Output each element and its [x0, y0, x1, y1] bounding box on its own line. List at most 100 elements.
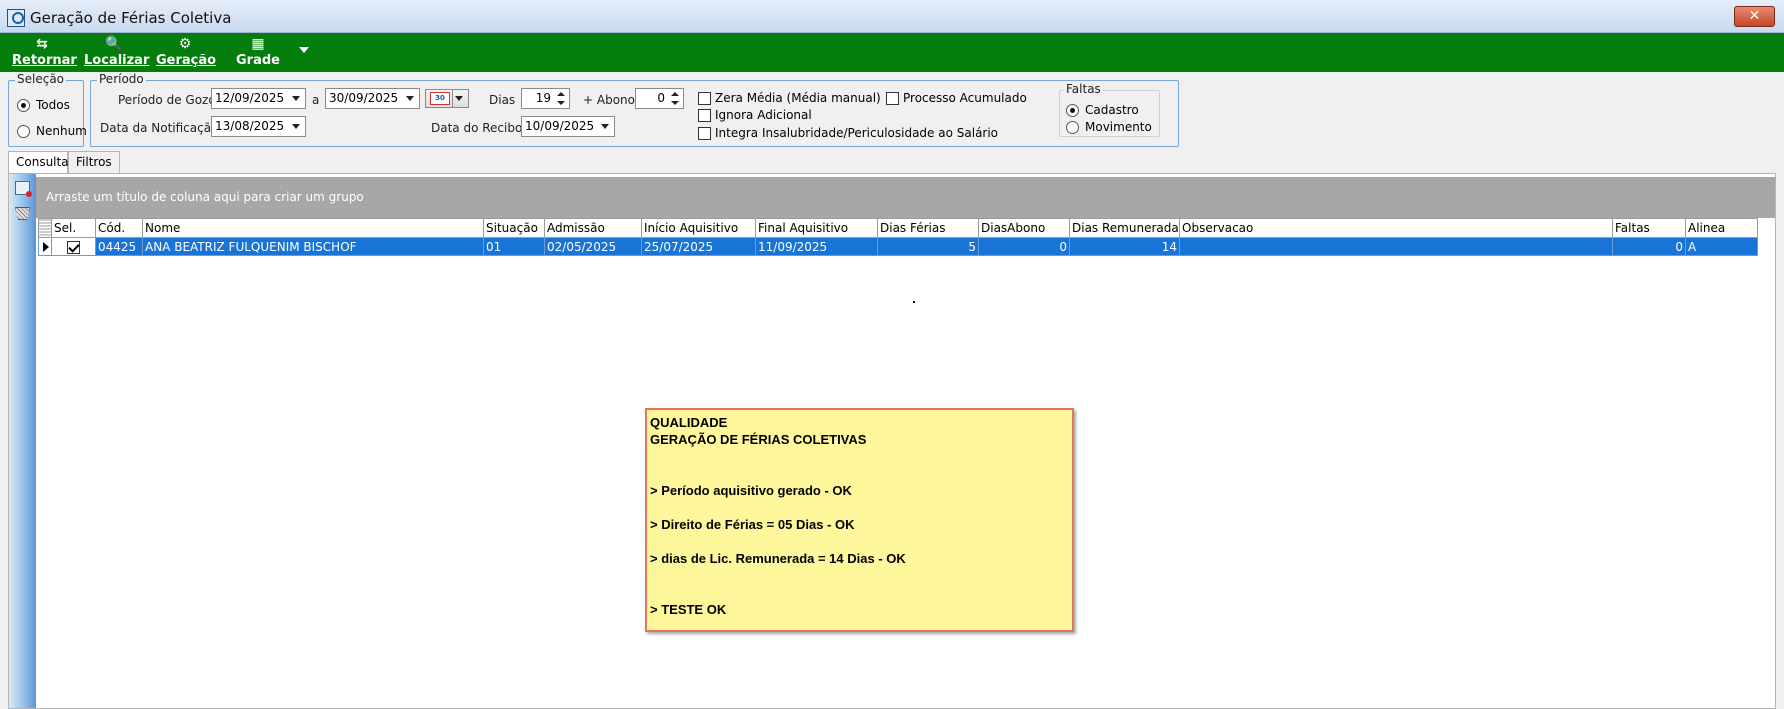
- return-button[interactable]: ⇆ Retornar: [12, 36, 77, 68]
- grid-button[interactable]: ▦ Grade: [236, 36, 280, 68]
- note-line: [650, 448, 1069, 465]
- employee-grid: Sel. Cód. Nome Situação Admissão Início …: [38, 218, 1758, 256]
- gozo-end-field[interactable]: 30/09/2025: [325, 88, 420, 109]
- return-icon: ⇆: [36, 36, 48, 52]
- row-select-checkbox[interactable]: [51, 237, 96, 256]
- faltas-group: Faltas Cadastro Movimento: [1059, 82, 1160, 137]
- header-final-aquisitivo[interactable]: Final Aquisitivo: [755, 218, 878, 238]
- header-alinea[interactable]: Alinea: [1685, 218, 1758, 238]
- header-nome[interactable]: Nome: [142, 218, 484, 238]
- divider: [452, 90, 453, 107]
- row-pointer-icon: [43, 242, 49, 252]
- note-line: [650, 567, 1069, 584]
- checkbox-integra-insalubridade[interactable]: Integra Insalubridade/Periculosidade ao …: [698, 126, 998, 140]
- header-dias-ferias[interactable]: Dias Férias: [877, 218, 979, 238]
- radio-movimento[interactable]: Movimento: [1066, 120, 1152, 134]
- search-icon: 🔍: [105, 36, 123, 52]
- dias-label: Dias: [489, 93, 516, 107]
- abono-label: + Abono: [583, 93, 635, 107]
- row-indicator: [38, 237, 52, 256]
- note-line: > Direito de Férias = 05 Dias - OK: [650, 517, 855, 532]
- note-line: [650, 533, 1069, 550]
- header-dias-remunerada[interactable]: Dias Remunerada: [1069, 218, 1180, 238]
- header-sel[interactable]: Sel.: [51, 218, 96, 238]
- notificacao-label: Data da Notificação: [100, 121, 219, 135]
- radio-label: Nenhum: [36, 124, 87, 138]
- gozo-label: Período de Gozo: [118, 93, 216, 107]
- note-line: QUALIDADE: [650, 415, 728, 430]
- faltas-group-title: Faltas: [1064, 82, 1103, 96]
- checkbox-box: [886, 91, 899, 105]
- header-admissao[interactable]: Admissão: [544, 218, 642, 238]
- recibo-value: 10/09/2025: [525, 119, 595, 133]
- radio-label: Todos: [36, 98, 70, 112]
- cell-final-aquisitivo: 11/09/2025: [755, 237, 878, 256]
- checkbox-box: [698, 108, 711, 122]
- radio-dot: [1066, 120, 1079, 134]
- checkbox-ignora-adicional[interactable]: Ignora Adicional: [698, 108, 812, 122]
- recibo-field[interactable]: 10/09/2025: [521, 116, 615, 137]
- stray-dot: [913, 301, 915, 303]
- chevron-down-icon: [601, 124, 609, 129]
- header-inicio-aquisitivo[interactable]: Início Aquisitivo: [641, 218, 756, 238]
- group-by-panel[interactable]: Arraste um título de coluna aqui para cr…: [36, 177, 1775, 218]
- clear-filter-icon[interactable]: [15, 207, 30, 220]
- checkbox-label: Zera Média (Média manual): [715, 91, 881, 105]
- recibo-label: Data do Recibo: [431, 121, 523, 135]
- cell-cod: 04425: [95, 237, 143, 256]
- period-group-title: Período: [97, 72, 146, 86]
- cell-dias-remunerada: 14: [1069, 237, 1180, 256]
- generate-button[interactable]: ⚙ Geração: [156, 36, 216, 68]
- radio-label: Cadastro: [1085, 103, 1139, 117]
- cell-dias-abono: 0: [978, 237, 1070, 256]
- header-indicator[interactable]: [38, 218, 52, 238]
- toolbar: ⇆ Retornar 🔍 Localizar ⚙ Geração ▦ Grade: [0, 33, 1784, 72]
- spin-arrows-icon[interactable]: [671, 91, 679, 106]
- title-bar: Geração de Férias Coletiva ✕: [0, 0, 1784, 33]
- note-line: > TESTE OK: [650, 602, 727, 617]
- selection-group: Seleção Todos Nenhum: [8, 72, 87, 147]
- checkbox-processo-acumulado[interactable]: Processo Acumulado: [886, 91, 1027, 105]
- tab-consulta[interactable]: Consulta: [8, 151, 69, 174]
- header-cod[interactable]: Cód.: [95, 218, 143, 238]
- calendar-icon: 30: [430, 92, 450, 105]
- notificacao-value: 13/08/2025: [215, 119, 285, 133]
- header-dias-abono[interactable]: DiasAbono: [978, 218, 1070, 238]
- search-button[interactable]: 🔍 Localizar: [84, 36, 149, 68]
- radio-dot: [17, 124, 30, 138]
- selection-group-title: Seleção: [15, 72, 67, 86]
- grid-header-row: Sel. Cód. Nome Situação Admissão Início …: [38, 218, 1758, 238]
- toolbar-dropdown-arrow[interactable]: [299, 47, 309, 53]
- header-situacao[interactable]: Situação: [483, 218, 545, 238]
- chevron-down-icon: [455, 96, 463, 101]
- cell-nome: ANA BEATRIZ FULQUENIM BISCHOF: [142, 237, 484, 256]
- chevron-down-icon: [292, 124, 300, 129]
- cell-observacao: [1179, 237, 1613, 256]
- abono-stepper[interactable]: 0: [635, 88, 684, 109]
- cell-faltas: 0: [1612, 237, 1686, 256]
- header-faltas[interactable]: Faltas: [1612, 218, 1686, 238]
- app-icon: [7, 9, 25, 27]
- radio-label: Movimento: [1085, 120, 1152, 134]
- grid-settings-icon[interactable]: [15, 181, 32, 197]
- header-observacao[interactable]: Observacao: [1179, 218, 1613, 238]
- radio-nenhum[interactable]: Nenhum: [17, 124, 87, 138]
- chevron-down-icon: [292, 96, 300, 101]
- close-button[interactable]: ✕: [1734, 6, 1775, 27]
- dias-stepper[interactable]: 19: [521, 88, 570, 109]
- calendar-button[interactable]: 30: [425, 89, 469, 108]
- spin-arrows-icon[interactable]: [557, 91, 565, 106]
- range-separator: a: [312, 93, 320, 107]
- checkbox-zera-media[interactable]: Zera Média (Média manual): [698, 91, 881, 105]
- abono-value: 0: [657, 91, 665, 105]
- note-line: > Período aquisitivo gerado - OK: [650, 483, 852, 498]
- cell-dias-ferias: 5: [877, 237, 979, 256]
- notificacao-field[interactable]: 13/08/2025: [211, 116, 306, 137]
- gozo-start-field[interactable]: 12/09/2025: [211, 88, 306, 109]
- radio-todos[interactable]: Todos: [17, 98, 70, 112]
- radio-dot: [17, 98, 30, 112]
- radio-cadastro[interactable]: Cadastro: [1066, 103, 1139, 117]
- table-row[interactable]: 04425 ANA BEATRIZ FULQUENIM BISCHOF 01 0…: [38, 237, 1758, 256]
- tab-filtros[interactable]: Filtros: [68, 151, 120, 173]
- note-line: [650, 465, 1069, 482]
